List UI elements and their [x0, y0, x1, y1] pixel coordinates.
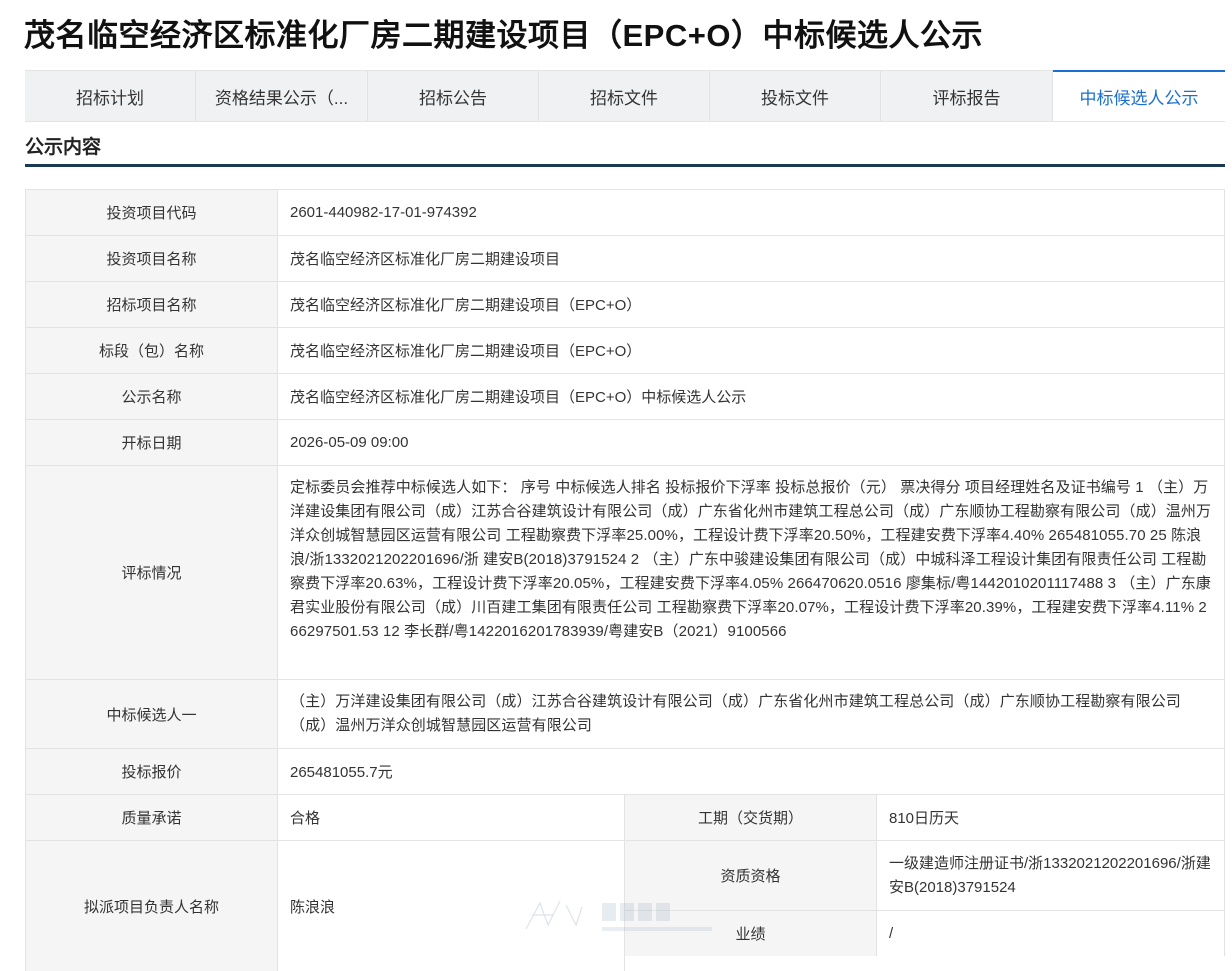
section-title: 公示内容 [25, 137, 102, 158]
value-section-name: 茂名临空经济区标准化厂房二期建设项目（EPC+O） [278, 328, 1225, 373]
table-row: 评标情况 定标委员会推荐中标候选人如下： 序号 中标候选人排名 投标报价下浮率 … [26, 466, 1225, 680]
value-open-date: 2026-05-09 09:00 [278, 420, 1225, 465]
tab-tender-documents[interactable]: 招标文件 [539, 71, 710, 121]
label-project-name: 投资项目名称 [26, 236, 278, 281]
page-title: 茂名临空经济区标准化厂房二期建设项目（EPC+O）中标候选人公示 [24, 18, 983, 53]
value-qualification: 一级建造师注册证书/浙1332021202201696/浙建安B(2018)37… [877, 841, 1225, 910]
value-performance: / [877, 911, 1225, 956]
label-project-code: 投资项目代码 [26, 190, 278, 235]
label-open-date: 开标日期 [26, 420, 278, 465]
label-candidate-one: 中标候选人一 [26, 680, 278, 748]
value-notice-name: 茂名临空经济区标准化厂房二期建设项目（EPC+O）中标候选人公示 [278, 374, 1225, 419]
value-tender-name: 茂名临空经济区标准化厂房二期建设项目（EPC+O） [278, 282, 1225, 327]
table-row: 投资项目代码 2601-440982-17-01-974392 [26, 190, 1225, 236]
value-project-name: 茂名临空经济区标准化厂房二期建设项目 [278, 236, 1225, 281]
label-tender-name: 招标项目名称 [26, 282, 278, 327]
value-candidate-one: （主）万洋建设集团有限公司（成）江苏合谷建筑设计有限公司（成）广东省化州市建筑工… [278, 680, 1225, 748]
tab-bid-documents[interactable]: 投标文件 [710, 71, 881, 121]
table-row: 招标项目名称 茂名临空经济区标准化厂房二期建设项目（EPC+O） [26, 282, 1225, 328]
table-row: 质量承诺 合格 工期（交货期） 810日历天 [26, 795, 1225, 841]
label-evaluation: 评标情况 [26, 466, 278, 679]
value-evaluation: 定标委员会推荐中标候选人如下： 序号 中标候选人排名 投标报价下浮率 投标总报价… [278, 466, 1225, 679]
section-header: 公示内容 [25, 128, 1225, 167]
tab-qualification-result[interactable]: 资格结果公示（... [196, 71, 368, 121]
label-bid-price: 投标报价 [26, 749, 278, 794]
value-bid-price: 265481055.7元 [278, 749, 1225, 794]
table-row: 标段（包）名称 茂名临空经济区标准化厂房二期建设项目（EPC+O） [26, 328, 1225, 374]
label-quality: 质量承诺 [26, 795, 278, 840]
watermark-logo-icon [525, 900, 712, 931]
table-row: 投标报价 265481055.7元 [26, 749, 1225, 795]
table-row: 中标候选人一 （主）万洋建设集团有限公司（成）江苏合谷建筑设计有限公司（成）广东… [26, 680, 1225, 749]
tab-evaluation-report[interactable]: 评标报告 [881, 71, 1053, 121]
value-project-code: 2601-440982-17-01-974392 [278, 190, 1225, 235]
table-row: 公示名称 茂名临空经济区标准化厂房二期建设项目（EPC+O）中标候选人公示 [26, 374, 1225, 420]
table-row: 投资项目名称 茂名临空经济区标准化厂房二期建设项目 [26, 236, 1225, 282]
label-section-name: 标段（包）名称 [26, 328, 278, 373]
tab-bidding-plan[interactable]: 招标计划 [25, 71, 196, 121]
notice-table: 投资项目代码 2601-440982-17-01-974392 投资项目名称 茂… [25, 189, 1225, 971]
value-duration: 810日历天 [877, 795, 1225, 840]
label-notice-name: 公示名称 [26, 374, 278, 419]
table-row: 开标日期 2026-05-09 09:00 [26, 420, 1225, 466]
tab-winning-candidate-notice[interactable]: 中标候选人公示 [1053, 70, 1225, 121]
label-duration: 工期（交货期） [625, 795, 877, 840]
label-manager: 拟派项目负责人名称 [26, 841, 278, 971]
tab-tender-announcement[interactable]: 招标公告 [368, 71, 539, 121]
value-quality: 合格 [278, 795, 625, 840]
tab-bar: 招标计划 资格结果公示（... 招标公告 招标文件 投标文件 评标报告 中标候选… [25, 70, 1225, 122]
